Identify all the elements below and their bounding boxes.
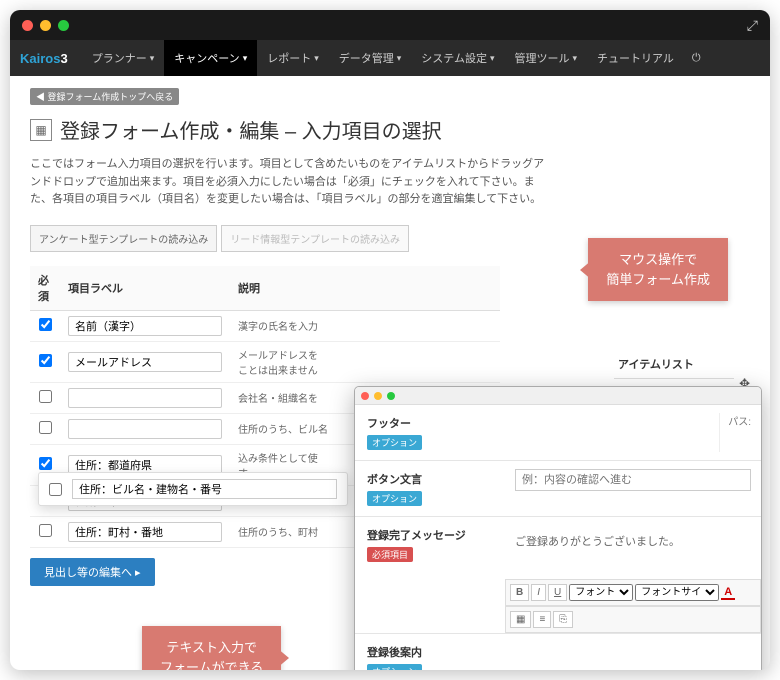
template-survey-button[interactable]: アンケート型テンプレートの読み込み xyxy=(30,225,217,252)
required-checkbox[interactable] xyxy=(39,354,52,367)
label-input[interactable] xyxy=(68,419,222,439)
subwin-row-title: ボタン文言 xyxy=(367,471,493,487)
item-list-header: アイテムリスト xyxy=(614,350,734,379)
nav-item-2[interactable]: レポート ▾ xyxy=(257,40,329,76)
required-checkbox[interactable] xyxy=(39,318,52,331)
page-title-row: ▦ 登録フォーム作成・編集 – 入力項目の選択 xyxy=(30,115,750,144)
path-label: パス: xyxy=(719,413,751,452)
secondary-window: フッターオプションパス:ボタン文言オプション登録完了メッセージ必須項目ご登録あり… xyxy=(354,386,762,670)
table-row: 漢字の氏名を入力 xyxy=(30,310,500,341)
tool-icon[interactable]: ≡ xyxy=(533,611,551,628)
nav-item-4[interactable]: システム設定 ▾ xyxy=(411,40,504,76)
subwin-zoom-dot[interactable] xyxy=(387,392,395,400)
brand-suffix: 3 xyxy=(60,51,67,66)
complete-message-text: ご登録ありがとうございました。 xyxy=(505,517,761,579)
zoom-dot[interactable] xyxy=(58,20,69,31)
subwin-row-right xyxy=(505,634,761,670)
subwin-row-title: 登録完了メッセージ xyxy=(367,527,493,543)
fontsize-select[interactable]: フォントサイ xyxy=(635,584,719,601)
window-titlebar: ⤢ xyxy=(10,10,770,40)
nav-item-3[interactable]: データ管理 ▾ xyxy=(329,40,412,76)
label-input[interactable] xyxy=(68,388,222,408)
col-required: 必須 xyxy=(30,266,60,311)
font-select[interactable]: フォント xyxy=(569,584,633,601)
subwin-tag: オプション xyxy=(367,435,422,450)
italic-button[interactable]: I xyxy=(531,584,546,601)
dragging-checkbox[interactable] xyxy=(49,483,62,496)
subwin-body: フッターオプションパス:ボタン文言オプション登録完了メッセージ必須項目ご登録あり… xyxy=(355,405,761,670)
form-icon: ▦ xyxy=(30,119,52,141)
next-step-button[interactable]: 見出し等の編集へ ▸ xyxy=(30,558,155,586)
font-color-button[interactable]: A xyxy=(721,586,735,600)
breadcrumb-back[interactable]: ◀ 登録フォーム作成トップへ戻る xyxy=(30,88,179,105)
content-area: ◀ 登録フォーム作成トップへ戻る ▦ 登録フォーム作成・編集 – 入力項目の選択… xyxy=(10,76,770,670)
dragging-label-input[interactable] xyxy=(72,479,337,499)
subwin-row-title: フッター xyxy=(367,415,493,431)
required-checkbox[interactable] xyxy=(39,457,52,470)
subwin-tag: オプション xyxy=(367,664,422,670)
col-desc: 説明 xyxy=(230,266,500,311)
brand-logo[interactable]: Kairos3 xyxy=(20,51,68,66)
power-icon[interactable]: ⏻ xyxy=(684,40,709,76)
traffic-lights xyxy=(22,20,69,31)
button-text-input[interactable] xyxy=(515,469,751,491)
required-checkbox[interactable] xyxy=(39,421,52,434)
subwin-titlebar xyxy=(355,387,761,405)
underline-button[interactable]: U xyxy=(548,584,567,601)
nav-item-6[interactable]: チュートリアル xyxy=(587,40,684,76)
subwin-row-right xyxy=(505,461,761,516)
main-window: ⤢ Kairos3 プランナー ▾キャンペーン ▾レポート ▾データ管理 ▾シス… xyxy=(10,10,770,670)
table-row: メールアドレスを ことは出来ません xyxy=(30,341,500,382)
col-label: 項目ラベル xyxy=(60,266,230,311)
nav-item-1[interactable]: キャンペーン ▾ xyxy=(164,40,257,76)
subwin-row-right: ご登録ありがとうございました。BIUフォントフォントサイA▦≡⎘ xyxy=(505,517,761,633)
top-nav: Kairos3 プランナー ▾キャンペーン ▾レポート ▾データ管理 ▾システム… xyxy=(10,40,770,76)
label-input[interactable] xyxy=(68,352,222,372)
dragging-row[interactable] xyxy=(38,472,348,506)
expand-icon[interactable]: ⤢ xyxy=(747,17,758,34)
subwin-row: ボタン文言オプション xyxy=(355,461,761,517)
subwin-close-dot[interactable] xyxy=(361,392,369,400)
desc-cell: 漢字の氏名を入力 xyxy=(230,310,500,341)
subwin-row: フッターオプション パス: xyxy=(355,405,761,461)
page-description: ここではフォーム入力項目の選択を行います。項目として含めたいものをアイテムリスト… xyxy=(30,156,550,209)
desc-cell: メールアドレスを ことは出来ません xyxy=(230,341,500,382)
subwin-row: 登録後案内オプション xyxy=(355,634,761,670)
nav-item-5[interactable]: 管理ツール ▾ xyxy=(504,40,587,76)
label-input[interactable] xyxy=(68,522,222,542)
subwin-tag: オプション xyxy=(367,491,422,506)
required-checkbox[interactable] xyxy=(39,524,52,537)
bold-button[interactable]: B xyxy=(510,584,529,601)
subwin-row: 登録完了メッセージ必須項目ご登録ありがとうございました。BIUフォントフォントサ… xyxy=(355,517,761,634)
required-checkbox[interactable] xyxy=(39,390,52,403)
subwin-min-dot[interactable] xyxy=(374,392,382,400)
callout-mouse: マウス操作で 簡単フォーム作成 xyxy=(588,238,728,301)
close-dot[interactable] xyxy=(22,20,33,31)
tool-icon[interactable]: ⎘ xyxy=(553,611,573,628)
minimize-dot[interactable] xyxy=(40,20,51,31)
callout-text: テキスト入力で フォームができる xyxy=(142,626,281,670)
editor-toolbar: BIUフォントフォントサイA xyxy=(505,579,761,606)
label-input[interactable] xyxy=(68,316,222,336)
tool-icon[interactable]: ▦ xyxy=(510,611,531,628)
template-lead-button[interactable]: リード情報型テンプレートの読み込み xyxy=(221,225,409,252)
subwin-tag: 必須項目 xyxy=(367,547,413,562)
subwin-row-title: 登録後案内 xyxy=(367,644,493,660)
nav-item-0[interactable]: プランナー ▾ xyxy=(82,40,165,76)
page-title: 登録フォーム作成・編集 – 入力項目の選択 xyxy=(60,115,442,144)
editor-toolbar-2: ▦≡⎘ xyxy=(505,606,761,633)
brand-name: Kairos xyxy=(20,51,60,66)
subwin-row-right: パス: xyxy=(505,405,761,460)
